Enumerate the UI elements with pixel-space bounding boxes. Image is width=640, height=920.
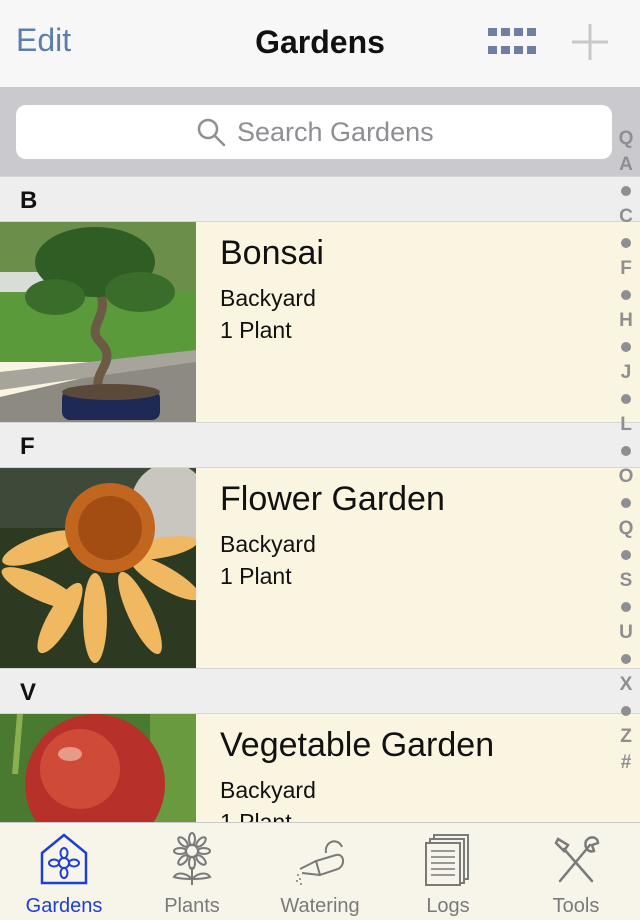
page-title: Gardens [255,24,385,60]
index-dot[interactable] [621,706,631,716]
index-dot[interactable] [621,238,631,248]
index-letter[interactable]: Z [612,724,640,750]
index-dot[interactable] [621,498,631,508]
garden-house-icon [40,833,88,885]
index-letter[interactable]: J [612,360,640,386]
section-header-b: B [0,176,640,222]
garden-location: Backyard [220,777,316,803]
bonsai-photo [0,222,196,422]
tab-label: Gardens [25,895,103,917]
garden-name: Bonsai [220,234,324,272]
tab-gardens[interactable]: Gardens [0,823,128,920]
index-letter[interactable]: C [612,204,640,230]
index-letter[interactable]: H [612,308,640,334]
index-dot[interactable] [621,342,631,352]
garden-location: Backyard [220,531,316,557]
garden-name: Flower Garden [220,480,445,518]
plus-icon[interactable] [572,24,608,60]
index-dot[interactable] [621,394,631,404]
tools-icon [554,836,600,883]
index-dot[interactable] [621,446,631,456]
tab-plants[interactable]: Plants [128,823,256,920]
index-dot[interactable] [621,290,631,300]
log-pages-icon [425,834,469,886]
section-index-bar[interactable]: Q A C F H J L O Q S U X Z # [612,126,640,786]
index-letter[interactable]: F [612,256,640,282]
tab-label: Plants [164,895,220,917]
navigation-bar: Edit Gardens [0,0,640,88]
index-dot[interactable] [621,186,631,196]
index-dot[interactable] [621,654,631,664]
index-letter[interactable]: X [612,672,640,698]
index-letter[interactable]: L [612,412,640,438]
search-icon [197,118,226,147]
garden-row-bonsai[interactable]: Bonsai Backyard 1 Plant [0,222,640,422]
section-header-v: V [0,668,640,714]
index-letter[interactable]: O [612,464,640,490]
tab-label: Watering [280,895,360,917]
section-header-f: F [0,422,640,468]
search-input[interactable]: Search Gardens [16,105,612,159]
coneflower-photo [0,468,196,668]
index-letter[interactable]: # [612,750,640,776]
tab-logs[interactable]: Logs [384,823,512,920]
search-placeholder: Search Gardens [237,117,434,147]
tab-tools[interactable]: Tools [512,823,640,920]
index-letter[interactable]: U [612,620,640,646]
search-bar: Search Gardens [0,88,640,176]
plant-count: 1 Plant [220,563,292,589]
index-letter[interactable]: S [612,568,640,594]
watering-can-icon [296,840,344,885]
index-dot[interactable] [621,602,631,612]
garden-location: Backyard [220,285,316,311]
index-search-item[interactable]: Q [612,126,640,152]
tab-label: Tools [552,895,600,917]
index-letter[interactable]: Q [612,516,640,542]
index-letter[interactable]: A [612,152,640,178]
garden-name: Vegetable Garden [220,726,495,764]
grid-view-icon[interactable] [488,28,536,56]
flower-icon [172,832,212,885]
tab-watering[interactable]: Watering [256,823,384,920]
tab-label: Logs [426,895,470,917]
tab-bar: Gardens Plants Watering Logs Tools [0,822,640,920]
section-letter: V [20,679,37,706]
section-letter: F [20,433,35,460]
garden-row-flower-garden[interactable]: Flower Garden Backyard 1 Plant [0,468,640,668]
index-dot[interactable] [621,550,631,560]
section-letter: B [20,187,38,214]
plant-count: 1 Plant [220,317,292,343]
